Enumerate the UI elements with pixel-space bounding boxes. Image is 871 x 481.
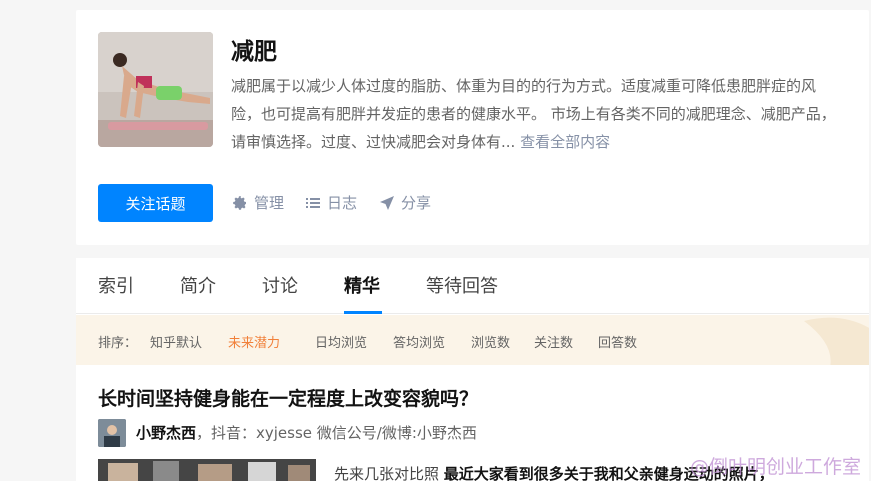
manage-button[interactable]: 管理: [232, 192, 284, 213]
decorative-shape-icon: [804, 317, 869, 365]
answer-thumbnail[interactable]: [98, 459, 316, 481]
topic-content-card: 索引 简介 讨论 精华 等待回答 排序： 知乎默认 未来潜力 日均浏览 答均浏览…: [76, 258, 869, 481]
author-name[interactable]: 小野杰西: [136, 424, 196, 442]
author-info: 小野杰西，抖音：xyjesse 微信公号/微博:小野杰西: [136, 422, 477, 443]
sort-option-avg-answer-views[interactable]: 答均浏览: [393, 332, 445, 351]
topic-title: 减肥: [231, 39, 277, 65]
share-button[interactable]: 分享: [379, 192, 431, 213]
sort-bar: 排序： 知乎默认 未来潜力 日均浏览 答均浏览 浏览数 关注数 回答数: [76, 315, 869, 365]
author-bio: ，抖音：xyjesse 微信公号/微博:小野杰西: [196, 424, 477, 442]
gear-icon: [233, 195, 246, 210]
topic-header-card: 减肥 减肥属于以减少人体过度的脂肪、体重为目的的行为方式。适度减重可降低患肥胖症…: [76, 10, 869, 245]
tab-awaiting-answers[interactable]: 等待回答: [426, 272, 498, 298]
tab-essence[interactable]: 精华: [344, 272, 380, 298]
sort-option-followers[interactable]: 关注数: [534, 332, 573, 351]
sort-option-default[interactable]: 知乎默认: [150, 332, 202, 351]
view-all-link[interactable]: 查看全部内容: [520, 133, 610, 151]
manage-label: 管理: [254, 194, 285, 212]
topic-description: 减肥属于以减少人体过度的脂肪、体重为目的的行为方式。适度减重可降低患肥胖症的风险…: [231, 72, 841, 156]
question-title[interactable]: 长时间坚持健身能在一定程度上改变容貌吗？: [98, 384, 478, 411]
sort-option-views[interactable]: 浏览数: [471, 332, 510, 351]
follow-topic-button[interactable]: 关注话题: [98, 184, 213, 222]
topic-image: [98, 32, 213, 147]
sort-option-answers[interactable]: 回答数: [598, 332, 637, 351]
tab-intro[interactable]: 简介: [180, 272, 216, 298]
tab-discussion[interactable]: 讨论: [262, 272, 298, 298]
log-label: 日志: [327, 194, 358, 212]
tab-index[interactable]: 索引: [98, 272, 134, 298]
sort-option-daily-views[interactable]: 日均浏览: [315, 332, 367, 351]
topic-tabs: 索引 简介 讨论 精华 等待回答: [76, 258, 869, 314]
active-tab-indicator: [344, 311, 382, 314]
sort-label: 排序：: [98, 336, 138, 351]
log-button[interactable]: 日志: [305, 192, 357, 213]
avatar[interactable]: [98, 419, 126, 447]
send-icon: [380, 195, 394, 210]
watermark: @倒叶明创业工作室: [689, 456, 861, 478]
share-label: 分享: [401, 194, 432, 212]
sort-option-future-potential[interactable]: 未来潜力: [228, 332, 280, 351]
excerpt-lead: 先来几张对比照: [334, 465, 444, 481]
list-icon: [306, 197, 320, 208]
